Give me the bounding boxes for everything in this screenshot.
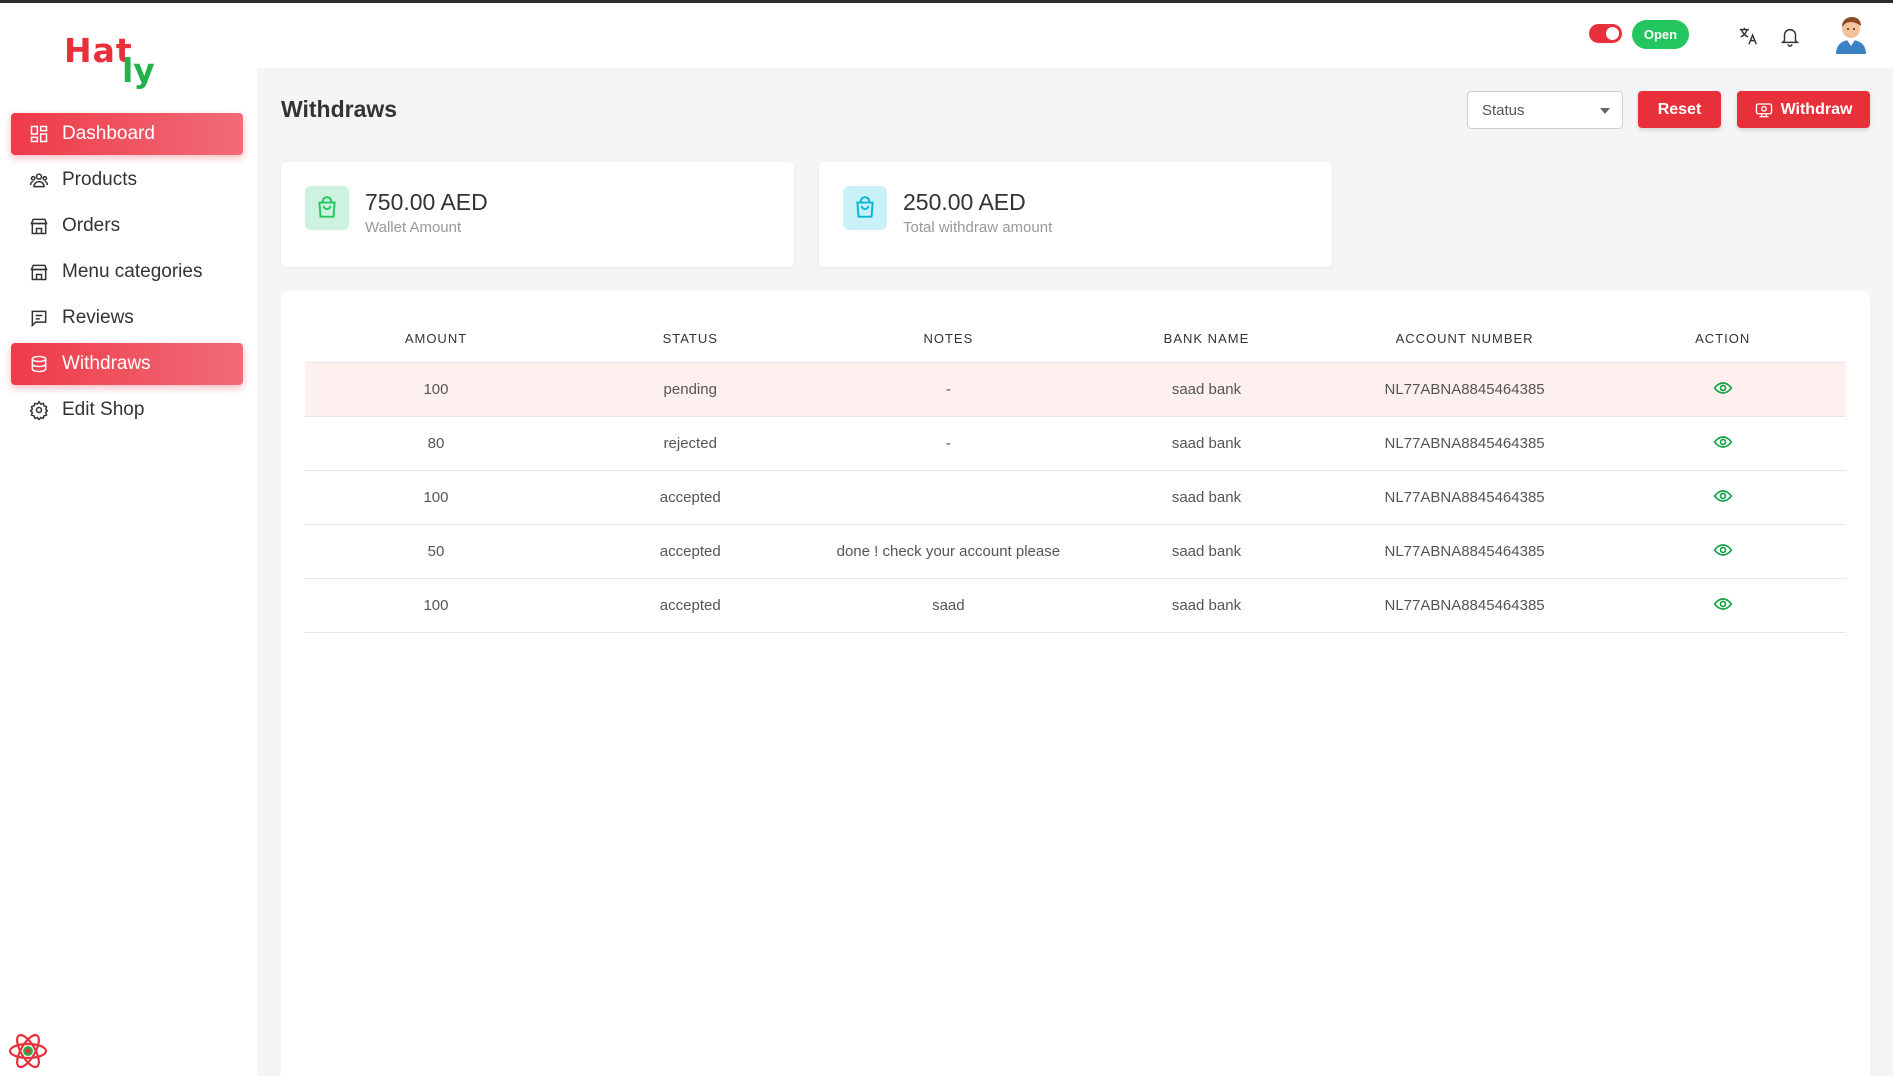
withdraw-icon xyxy=(1755,102,1772,117)
cell-amount: 80 xyxy=(305,416,567,471)
wallet-amount-value: 750.00 AED xyxy=(365,189,488,215)
column-header-status[interactable]: STATUS xyxy=(566,315,814,363)
table-row[interactable]: 100 accepted saad saad bank NL77ABNA88454643… xyxy=(305,578,1846,633)
cell-account: NL77ABNA8845464385 xyxy=(1329,362,1600,417)
sidebar: Hat ly Dashboard Products Orders Menu categ… xyxy=(0,3,257,1076)
column-header-action[interactable]: ACTION xyxy=(1599,315,1846,363)
coins-icon xyxy=(28,353,50,375)
eye-icon[interactable] xyxy=(1712,485,1734,507)
cell-notes: done ! check your account please xyxy=(813,524,1084,579)
cell-account: NL77ABNA8845464385 xyxy=(1329,524,1600,579)
sidebar-item-products[interactable]: Products xyxy=(11,159,243,201)
eye-icon[interactable] xyxy=(1712,593,1734,615)
column-header-amount[interactable]: AMOUNT xyxy=(305,315,567,363)
sidebar-item-label: Reviews xyxy=(62,307,134,328)
column-header-bank-name[interactable]: BANK NAME xyxy=(1083,315,1330,363)
cell-bank: saad bank xyxy=(1083,416,1330,471)
sidebar-nav: Dashboard Products Orders Menu categories Re… xyxy=(11,113,243,435)
sidebar-item-label: Products xyxy=(62,169,137,190)
table-row[interactable]: 50 accepted done ! check your account plea… xyxy=(305,524,1846,579)
toggle-knob xyxy=(1606,27,1619,40)
top-header: Open xyxy=(257,3,1893,68)
store-icon xyxy=(28,261,50,283)
status-select-value: Status xyxy=(1482,101,1525,119)
gear-icon xyxy=(28,399,50,421)
column-header-notes[interactable]: NOTES xyxy=(813,315,1084,363)
sidebar-item-dashboard[interactable]: Dashboard xyxy=(11,113,243,155)
sidebar-item-label: Orders xyxy=(62,215,121,236)
total-withdraw-card: 250.00 AED Total withdraw amount xyxy=(819,162,1332,267)
sidebar-item-label: Dashboard xyxy=(62,123,155,144)
cell-amount: 100 xyxy=(305,362,567,417)
cell-status: rejected xyxy=(566,416,814,471)
total-withdraw-label: Total withdraw amount xyxy=(903,219,1053,236)
cell-amount: 100 xyxy=(305,470,567,525)
cell-action xyxy=(1599,362,1846,417)
cell-account: NL77ABNA8845464385 xyxy=(1329,578,1600,633)
cell-notes: - xyxy=(813,416,1084,471)
cell-status: accepted xyxy=(566,578,814,633)
bell-icon[interactable] xyxy=(1777,23,1803,49)
withdraws-table-panel: AMOUNT STATUS NOTES BANK NAME ACCOUNT NUMBER… xyxy=(281,291,1870,1076)
sidebar-item-orders[interactable]: Orders xyxy=(11,205,243,247)
page-title: Withdraws xyxy=(281,96,398,122)
cell-bank: saad bank xyxy=(1083,524,1330,579)
cell-account: NL77ABNA8845464385 xyxy=(1329,470,1600,525)
wallet-amount-label: Wallet Amount xyxy=(365,219,462,236)
eye-icon[interactable] xyxy=(1712,431,1734,453)
reviews-icon xyxy=(28,307,50,329)
sidebar-item-label: Edit Shop xyxy=(62,399,145,420)
cell-action xyxy=(1599,416,1846,471)
cell-notes: - xyxy=(813,362,1084,417)
translate-icon[interactable] xyxy=(1735,23,1761,49)
sidebar-item-withdraws[interactable]: Withdraws xyxy=(11,343,243,385)
cell-action xyxy=(1599,578,1846,633)
sidebar-item-label: Menu categories xyxy=(62,261,203,282)
chevron-down-icon xyxy=(1600,108,1610,114)
withdraws-table: AMOUNT STATUS NOTES BANK NAME ACCOUNT NUMBER… xyxy=(305,315,1846,633)
cell-bank: saad bank xyxy=(1083,362,1330,417)
sidebar-item-label: Withdraws xyxy=(62,353,151,374)
table-row[interactable]: 100 pending - saad bank NL77ABNA8845464385 xyxy=(305,362,1846,417)
sidebar-item-reviews[interactable]: Reviews xyxy=(11,297,243,339)
total-withdraw-value: 250.00 AED xyxy=(903,189,1026,215)
reset-button[interactable]: Reset xyxy=(1638,91,1721,128)
cell-amount: 100 xyxy=(305,578,567,633)
sidebar-item-edit-shop[interactable]: Edit Shop xyxy=(11,389,243,431)
shopping-bag-icon xyxy=(843,186,887,230)
react-logo-icon[interactable] xyxy=(7,1030,49,1072)
status-filter-select[interactable]: Status xyxy=(1467,91,1623,129)
withdraw-button[interactable]: Withdraw xyxy=(1737,91,1870,128)
withdraw-button-label: Withdraw xyxy=(1780,100,1853,118)
cell-amount: 50 xyxy=(305,524,567,579)
eye-icon[interactable] xyxy=(1712,539,1734,561)
store-icon xyxy=(28,215,50,237)
sidebar-item-menu-categories[interactable]: Menu categories xyxy=(11,251,243,293)
table-row[interactable]: 80 rejected - saad bank NL77ABNA8845464385 xyxy=(305,416,1846,471)
cell-status: accepted xyxy=(566,524,814,579)
cell-account: NL77ABNA8845464385 xyxy=(1329,416,1600,471)
cell-action xyxy=(1599,470,1846,525)
table-row[interactable]: 100 accepted saad bank NL77ABNA8845464385 xyxy=(305,470,1846,525)
cell-status: pending xyxy=(566,362,814,417)
cell-bank: saad bank xyxy=(1083,578,1330,633)
dashboard-icon xyxy=(28,123,50,145)
table-header-row: AMOUNT STATUS NOTES BANK NAME ACCOUNT NUMBER… xyxy=(305,315,1846,363)
cell-bank: saad bank xyxy=(1083,470,1330,525)
hatly-logo[interactable]: Hat ly xyxy=(64,31,174,91)
user-avatar[interactable] xyxy=(1832,14,1870,54)
cell-action xyxy=(1599,524,1846,579)
shopping-bag-icon xyxy=(305,186,349,230)
wallet-amount-card: 750.00 AED Wallet Amount xyxy=(281,162,794,267)
column-header-account-number[interactable]: ACCOUNT NUMBER xyxy=(1329,315,1600,363)
logo-text-ly: ly xyxy=(122,51,155,90)
cell-status: accepted xyxy=(566,470,814,525)
open-status-badge: Open xyxy=(1632,20,1689,49)
cell-notes: saad xyxy=(813,578,1084,633)
users-icon xyxy=(28,169,50,191)
shop-open-toggle[interactable] xyxy=(1589,24,1622,43)
eye-icon[interactable] xyxy=(1712,377,1734,399)
cell-notes xyxy=(813,470,1084,525)
